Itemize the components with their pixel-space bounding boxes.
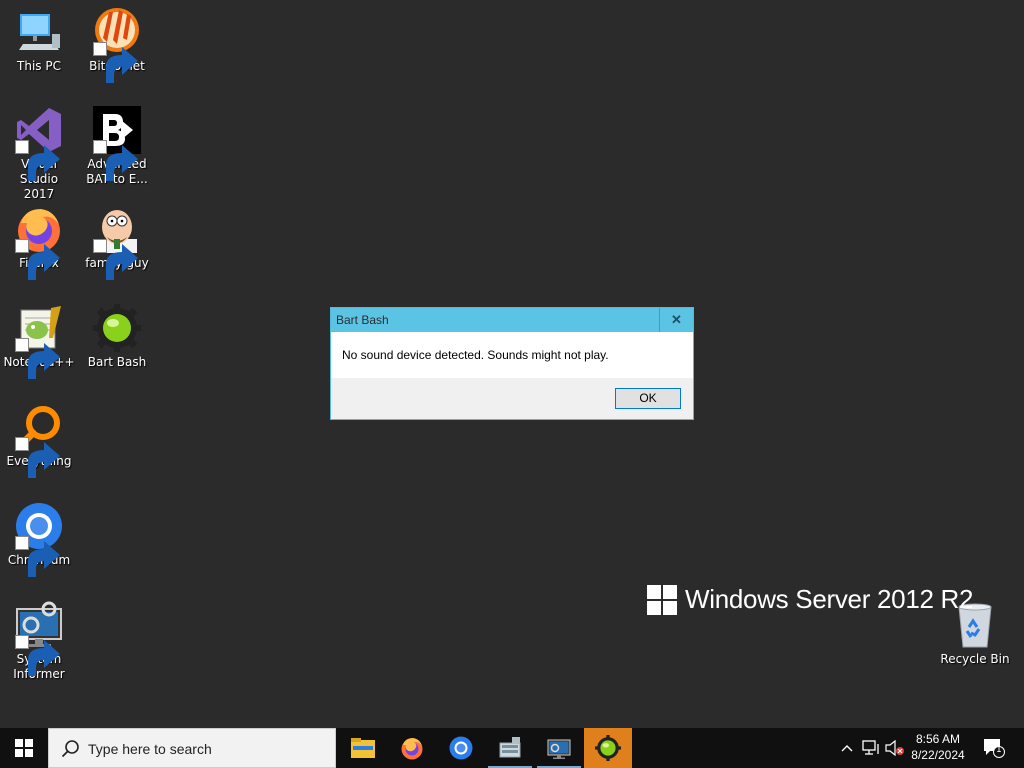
tray-volume[interactable]: [884, 728, 906, 768]
taskbar-file-explorer[interactable]: [339, 728, 387, 768]
shortcut-arrow-icon: [93, 140, 138, 181]
search-placeholder: Type here to search: [88, 741, 212, 757]
shortcut-arrow-icon: [15, 140, 60, 181]
desktop-icon-bat-to-exe[interactable]: Advanced BAT to E...: [79, 106, 155, 187]
windows-branding: Windows Server 2012 R2: [647, 584, 974, 615]
firefox-icon: [401, 738, 423, 760]
shortcut-arrow-icon: [15, 635, 60, 676]
network-icon: [862, 740, 879, 755]
shortcut-arrow-icon: [15, 536, 60, 577]
desktop-icon-label: Bart Bash: [87, 355, 147, 369]
windows-logo-icon: [647, 584, 677, 615]
taskbar-bart-bash[interactable]: [584, 728, 632, 768]
bart-bash-icon: [595, 735, 621, 761]
taskbar: Type here to search 8:56 AM 8/22/2024 1: [0, 728, 1024, 768]
notification-count: 1: [996, 745, 1002, 755]
windows-start-icon: [15, 739, 33, 757]
desktop-icon-chromium[interactable]: Chromium: [1, 502, 77, 577]
desktop-icon-this-pc[interactable]: This PC: [1, 8, 77, 74]
clock-date: 8/22/2024: [911, 748, 965, 762]
shortcut-arrow-icon: [15, 239, 60, 280]
dialog-close-button[interactable]: ✕: [659, 308, 693, 332]
desktop-icon-visual-studio[interactable]: Visual Studio 2017: [1, 106, 77, 202]
desktop-icon-family-guy[interactable]: family-guy: [79, 205, 155, 280]
chromium-icon: [449, 736, 473, 760]
taskbar-server-manager[interactable]: [486, 728, 534, 768]
desktop-icon-label: This PC: [17, 59, 61, 73]
shortcut-arrow-icon: [93, 42, 138, 83]
dialog-message: No sound device detected. Sounds might n…: [342, 348, 609, 362]
ok-button[interactable]: OK: [615, 388, 681, 409]
bart-bash-icon: [93, 304, 141, 352]
taskbar-clock[interactable]: 8:56 AM 8/22/2024: [904, 731, 972, 763]
search-icon: [61, 740, 79, 758]
desktop-icon-system-informer[interactable]: System Informer: [1, 601, 77, 682]
taskbar-chromium[interactable]: [437, 728, 485, 768]
desktop-icon-bart-bash[interactable]: Bart Bash: [79, 304, 155, 370]
taskbar-system-informer[interactable]: [535, 728, 583, 768]
taskbar-search-box[interactable]: Type here to search: [48, 728, 336, 768]
taskbar-firefox[interactable]: [388, 728, 436, 768]
desktop-icon-everything[interactable]: Everything: [1, 403, 77, 478]
chevron-up-icon: [841, 745, 853, 752]
file-explorer-icon: [351, 738, 375, 758]
action-center-button[interactable]: 1: [978, 728, 1010, 768]
volume-muted-icon: [885, 740, 904, 756]
server-manager-icon: [499, 737, 521, 758]
tray-network[interactable]: [859, 728, 883, 768]
tray-overflow-button[interactable]: [838, 728, 856, 768]
desktop-icon-label: Recycle Bin: [940, 652, 1010, 666]
system-informer-icon: [547, 739, 571, 759]
dialog-body: No sound device detected. Sounds might n…: [331, 332, 693, 378]
clock-time: 8:56 AM: [915, 732, 961, 746]
shortcut-arrow-icon: [15, 338, 60, 379]
branding-text: Windows Server 2012 R2: [685, 584, 974, 614]
desktop-icon-bitcomet[interactable]: BitComet: [79, 8, 155, 83]
start-button[interactable]: [0, 728, 48, 768]
dialog-titlebar[interactable]: Bart Bash ✕: [331, 308, 693, 332]
shortcut-arrow-icon: [93, 239, 138, 280]
dialog-title: Bart Bash: [336, 313, 389, 327]
this-pc-icon: [19, 14, 60, 50]
desktop-icon-notepad-plus-plus[interactable]: Notepad++: [1, 304, 77, 379]
message-dialog: Bart Bash ✕ No sound device detected. So…: [330, 307, 694, 420]
desktop-icon-firefox[interactable]: Firefox: [1, 205, 77, 280]
shortcut-arrow-icon: [15, 437, 60, 478]
